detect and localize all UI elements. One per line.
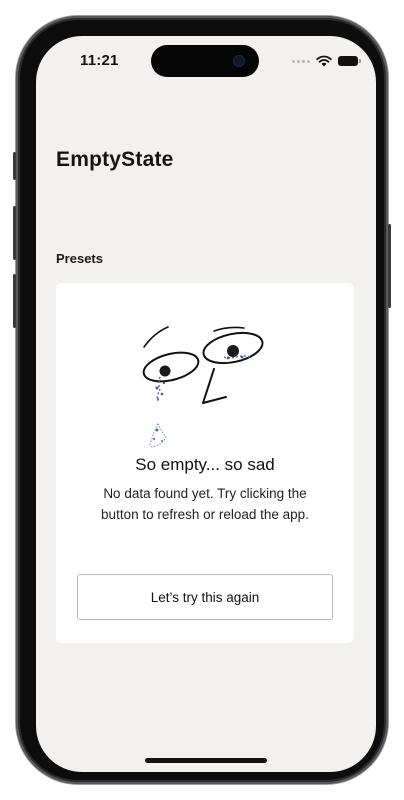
status-time: 11:21 — [80, 52, 119, 69]
retry-button[interactable]: Let’s try this again — [77, 574, 333, 620]
action-button — [13, 152, 16, 180]
power-button — [388, 224, 391, 308]
empty-state-title: So empty... so sad — [135, 455, 275, 474]
phone-frame: 11:21 EmptyState Presets So empty... so … — [13, 16, 391, 784]
volume-up-button — [13, 206, 16, 260]
battery-icon — [338, 56, 361, 66]
phone-bezel: 11:21 EmptyState Presets So empty... so … — [20, 20, 384, 780]
signal-dots-icon — [292, 59, 310, 63]
volume-down-button — [13, 274, 16, 328]
dynamic-island — [151, 45, 259, 77]
section-label-presets: Presets — [56, 251, 103, 266]
empty-state-description: No data found yet. Try clicking the butt… — [101, 486, 309, 522]
status-icons — [292, 54, 361, 68]
status-bar: 11:21 — [36, 36, 376, 86]
wifi-icon — [316, 55, 332, 67]
empty-state-card: So empty... so sad No data found yet. Tr… — [56, 283, 354, 643]
page-title: EmptyState — [56, 148, 174, 171]
front-camera-icon — [233, 55, 245, 67]
app-screen: 11:21 EmptyState Presets So empty... so … — [36, 36, 376, 772]
home-indicator[interactable] — [145, 758, 267, 763]
sad-face-illustration — [142, 326, 264, 448]
